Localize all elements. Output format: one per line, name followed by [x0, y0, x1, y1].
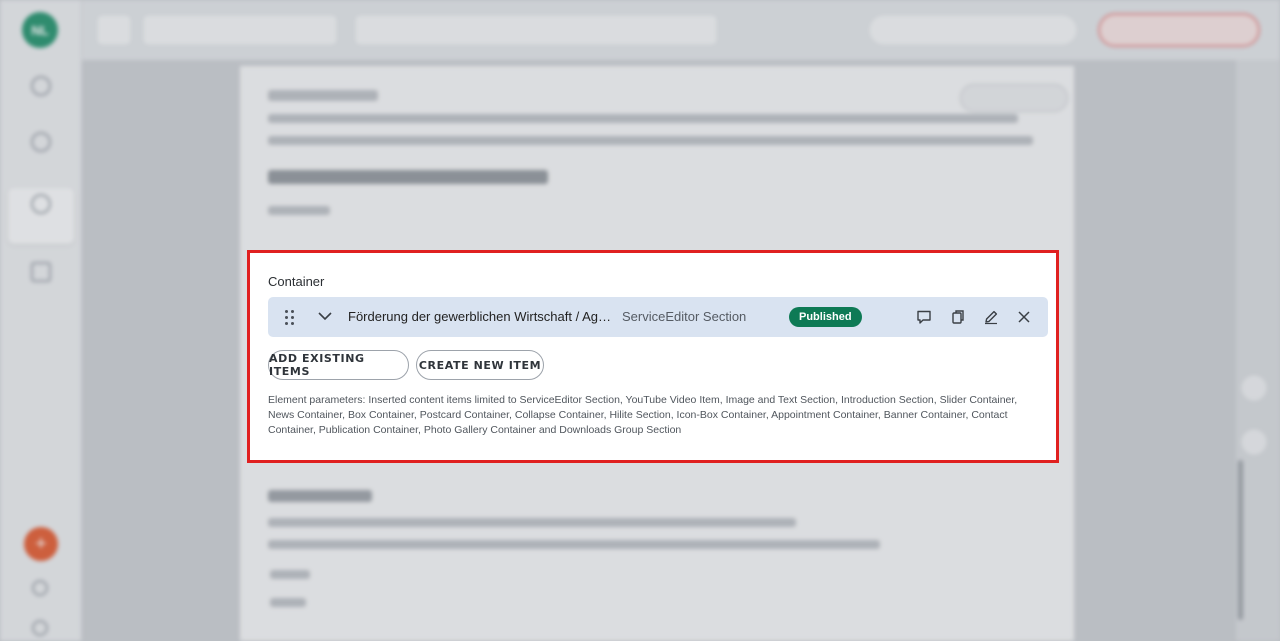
element-parameters: Element parameters: Inserted content ite…	[268, 394, 1018, 436]
container-title: Container	[268, 274, 325, 289]
drag-handle-icon[interactable]	[284, 309, 296, 325]
notification-icon[interactable]	[32, 620, 48, 636]
globe-icon	[31, 194, 51, 214]
container-item-row[interactable]: Förderung der gewerblichen Wirtschaft / …	[268, 297, 1048, 337]
chevron-down-icon[interactable]	[318, 309, 332, 323]
link-button[interactable]	[1240, 428, 1268, 456]
breadcrumb[interactable]	[354, 14, 718, 46]
top-bar	[82, 0, 1280, 60]
add-fab-button[interactable]: +	[24, 527, 58, 561]
edit-icon[interactable]	[981, 307, 1001, 327]
sidebar-item-4[interactable]	[8, 256, 74, 312]
item-type: ServiceEditor Section	[622, 309, 747, 324]
status-badge: Published	[789, 307, 862, 327]
sidebar-item-1[interactable]	[8, 70, 74, 126]
close-icon[interactable]	[1014, 307, 1034, 327]
grid-icon	[31, 262, 51, 282]
site-selector[interactable]	[142, 14, 338, 46]
copy-icon[interactable]	[948, 307, 968, 327]
collapse-panel-button[interactable]	[1240, 374, 1268, 402]
item-title: Förderung der gewerblichen Wirtschaft / …	[348, 309, 613, 324]
add-existing-items-button[interactable]: ADD EXISTING ITEMS	[268, 350, 409, 380]
nav-icon	[31, 76, 51, 96]
create-new-item-button[interactable]: CREATE NEW ITEM	[416, 350, 544, 380]
help-icon[interactable]	[32, 580, 48, 596]
comment-icon[interactable]	[914, 307, 934, 327]
sidebar: NL +	[0, 0, 82, 641]
globe-icon	[31, 132, 51, 152]
back-button[interactable]	[96, 14, 132, 46]
version-selector[interactable]	[868, 14, 1078, 46]
container-panel: Container Förderung der gewerblichen Wir…	[247, 250, 1059, 463]
sidebar-item-2[interactable]	[8, 126, 74, 182]
unpublish-button[interactable]	[1098, 13, 1260, 47]
scrollbar[interactable]	[1238, 460, 1243, 620]
app-logo: NL	[22, 12, 58, 48]
sidebar-item-3[interactable]	[8, 188, 74, 244]
